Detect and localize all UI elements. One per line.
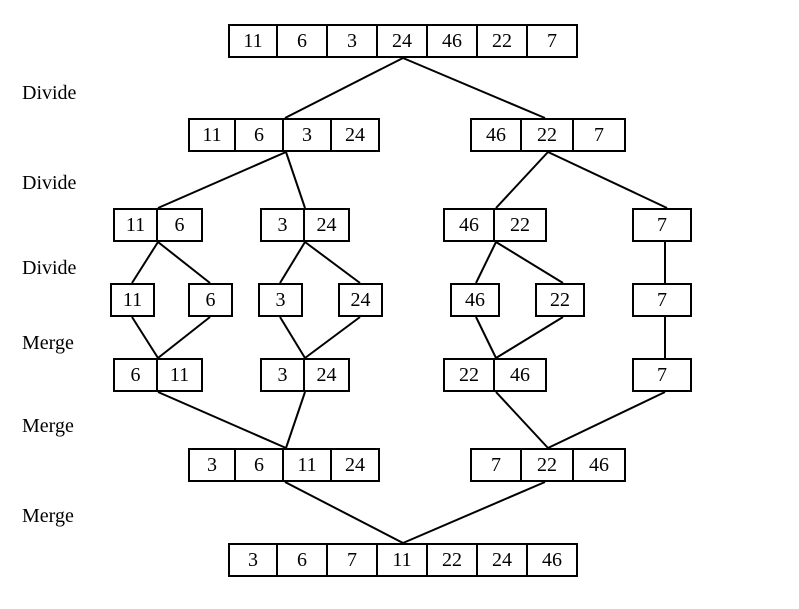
cell: 7: [632, 283, 692, 317]
cell: 22: [428, 543, 478, 577]
step-label-merge-1: Merge: [22, 332, 74, 355]
cell: 22: [443, 358, 495, 392]
array-level-0: 11 6 3 24 46 22 7: [228, 24, 578, 58]
cell: 24: [378, 24, 428, 58]
array-level-1-left: 11 6 3 24: [188, 118, 380, 152]
cell: 22: [478, 24, 528, 58]
cell: 46: [470, 118, 522, 152]
cell: 46: [528, 543, 578, 577]
cell: 3: [228, 543, 278, 577]
cell: 6: [278, 543, 328, 577]
cell: 22: [495, 208, 547, 242]
cell: 6: [113, 358, 158, 392]
cell: 3: [258, 283, 303, 317]
cell: 11: [378, 543, 428, 577]
step-label-merge-2: Merge: [22, 415, 74, 438]
cell: 24: [478, 543, 528, 577]
cell: 3: [328, 24, 378, 58]
cell: 6: [236, 448, 284, 482]
cell: 24: [305, 358, 350, 392]
array-level-2-a: 11 6: [113, 208, 203, 242]
array-level-3-f: 22: [535, 283, 585, 317]
cell: 46: [574, 448, 626, 482]
step-label-divide-3: Divide: [22, 257, 76, 280]
cell: 7: [470, 448, 522, 482]
step-label-divide-1: Divide: [22, 82, 76, 105]
array-level-5-left: 3 6 11 24: [188, 448, 380, 482]
cell: 6: [158, 208, 203, 242]
cell: 24: [305, 208, 350, 242]
array-level-4-c: 22 46: [443, 358, 547, 392]
cell: 11: [284, 448, 332, 482]
cell: 22: [535, 283, 585, 317]
cell: 46: [428, 24, 478, 58]
merge-sort-diagram: { "labels": { "l0": "Divide", "l1": "Div…: [0, 0, 799, 609]
array-level-3-g: 7: [632, 283, 692, 317]
cell: 3: [284, 118, 332, 152]
step-label-divide-2: Divide: [22, 172, 76, 195]
array-level-3-a: 11: [110, 283, 155, 317]
step-label-merge-3: Merge: [22, 505, 74, 528]
array-level-2-d: 7: [632, 208, 692, 242]
cell: 24: [332, 118, 380, 152]
cell: 6: [278, 24, 328, 58]
cell: 7: [528, 24, 578, 58]
cell: 22: [522, 118, 574, 152]
cell: 11: [113, 208, 158, 242]
cell: 11: [228, 24, 278, 58]
array-level-4-b: 3 24: [260, 358, 350, 392]
cell: 3: [260, 358, 305, 392]
array-level-4-a: 6 11: [113, 358, 203, 392]
cell: 46: [443, 208, 495, 242]
cell: 46: [495, 358, 547, 392]
cell: 11: [188, 118, 236, 152]
array-level-5-right: 7 22 46: [470, 448, 626, 482]
array-level-4-d: 7: [632, 358, 692, 392]
array-level-3-b: 6: [188, 283, 233, 317]
cell: 7: [632, 358, 692, 392]
cell: 7: [574, 118, 626, 152]
array-level-2-c: 46 22: [443, 208, 547, 242]
cell: 3: [260, 208, 305, 242]
array-level-3-e: 46: [450, 283, 500, 317]
array-level-6: 3 6 7 11 22 24 46: [228, 543, 578, 577]
array-level-1-right: 46 22 7: [470, 118, 626, 152]
cell: 24: [338, 283, 383, 317]
array-level-3-c: 3: [258, 283, 303, 317]
cell: 11: [158, 358, 203, 392]
cell: 7: [632, 208, 692, 242]
cell: 3: [188, 448, 236, 482]
array-level-2-b: 3 24: [260, 208, 350, 242]
cell: 24: [332, 448, 380, 482]
cell: 22: [522, 448, 574, 482]
array-level-3-d: 24: [338, 283, 383, 317]
cell: 6: [236, 118, 284, 152]
cell: 6: [188, 283, 233, 317]
cell: 46: [450, 283, 500, 317]
cell: 11: [110, 283, 155, 317]
cell: 7: [328, 543, 378, 577]
